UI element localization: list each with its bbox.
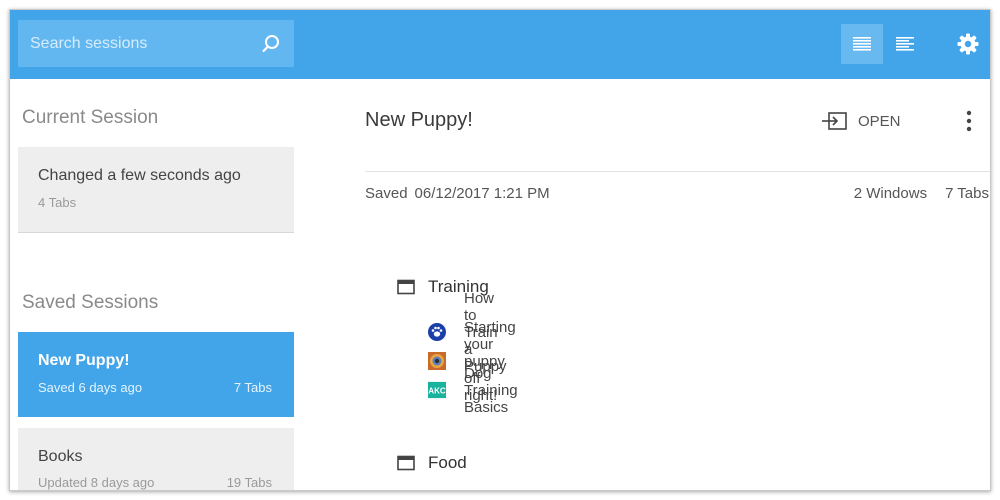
window-group: Food xyxy=(397,451,467,475)
current-session-card[interactable]: Changed a few seconds ago 4 Tabs xyxy=(18,147,294,232)
saved-session-title: New Puppy! xyxy=(38,352,130,369)
divider xyxy=(18,232,294,233)
svg-text:AKC: AKC xyxy=(428,387,446,396)
saved-session-card[interactable]: New Puppy! Saved 6 days ago 7 Tabs xyxy=(18,332,294,417)
session-stats: 2 Windows 7 Tabs xyxy=(854,185,989,202)
saved-session-tab-count: 7 Tabs xyxy=(233,380,272,395)
list-view-button[interactable] xyxy=(841,24,883,64)
saved-session-tab-count: 19 Tabs xyxy=(226,475,272,490)
more-options-button[interactable] xyxy=(959,109,979,133)
app-window: Current Session Changed a few seconds ag… xyxy=(9,9,991,491)
sessions-sidebar: Current Session Changed a few seconds ag… xyxy=(10,79,300,490)
session-detail-panel: New Puppy! OPEN Saved 06/12/2017 1:21 PM … xyxy=(300,79,990,490)
saved-session-date: Updated 8 days ago xyxy=(38,475,155,490)
current-session-title: Changed a few seconds ago xyxy=(38,167,241,184)
saved-label: Saved xyxy=(365,185,408,202)
open-button[interactable]: OPEN xyxy=(822,109,901,133)
settings-button[interactable] xyxy=(956,32,980,56)
session-title: New Puppy! xyxy=(365,109,473,131)
tabs-count: 7 Tabs xyxy=(945,185,989,202)
saved-info: Saved 06/12/2017 1:21 PM xyxy=(365,185,550,202)
detail-view-button[interactable] xyxy=(884,24,926,64)
open-in-window-icon xyxy=(822,112,847,130)
tab-title: Dog Training Basics xyxy=(464,364,518,416)
window-name: Food xyxy=(428,453,467,472)
window-icon xyxy=(397,279,415,295)
gear-icon xyxy=(957,33,979,55)
saved-session-title: Books xyxy=(38,448,83,465)
window-header[interactable]: Food xyxy=(397,451,467,475)
more-vert-icon xyxy=(966,110,972,132)
window-group: Training How to Train a Puppy Starting y… xyxy=(397,275,518,416)
list-view-icon xyxy=(853,37,871,51)
saved-session-date: Saved 6 days ago xyxy=(38,380,143,395)
dog-favicon-icon xyxy=(428,352,446,370)
saved-session-card[interactable]: Books Updated 8 days ago 19 Tabs xyxy=(18,428,294,490)
akc-favicon-icon: AKC xyxy=(428,381,446,399)
top-bar xyxy=(10,10,990,79)
search-icon[interactable] xyxy=(259,32,283,56)
tab-item[interactable]: AKC Dog Training Basics xyxy=(428,365,518,416)
detail-view-icon xyxy=(896,37,914,51)
search-box xyxy=(18,20,294,67)
windows-count: 2 Windows xyxy=(853,185,928,202)
open-button-label: OPEN xyxy=(858,112,901,130)
saved-sessions-heading: Saved Sessions xyxy=(22,292,159,313)
window-icon xyxy=(397,455,415,471)
paw-favicon-icon xyxy=(428,323,446,341)
current-session-tab-count: 4 Tabs xyxy=(38,195,77,210)
saved-date: 06/12/2017 1:21 PM xyxy=(414,185,550,202)
search-input[interactable] xyxy=(18,20,258,67)
divider xyxy=(365,171,990,172)
current-session-heading: Current Session xyxy=(22,107,159,128)
